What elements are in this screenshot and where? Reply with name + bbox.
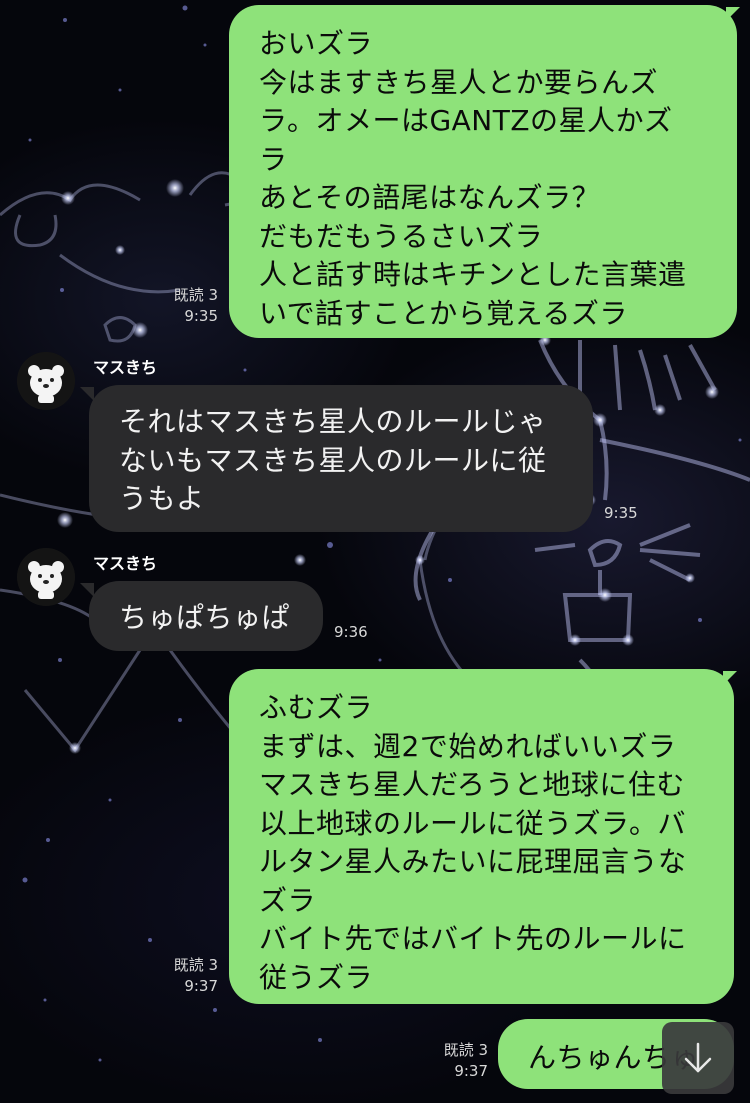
- message-text-line: それはマスきち星人のルールじゃ: [119, 405, 547, 438]
- outgoing-message-bubble[interactable]: おいズラ 今はますきち星人とか要らんズ ラ。オメーはGANTZの星人かズ ラ あ…: [229, 5, 737, 338]
- read-receipt: 既読 3: [173, 286, 218, 304]
- message-text-line: ラ: [259, 142, 288, 176]
- message-text-line: おいズラ: [259, 27, 374, 60]
- message-text-line: ふむズラ: [259, 691, 374, 724]
- bubble-tail: [726, 7, 740, 21]
- message-text-line: ないもマスきち星人のルールに従: [119, 443, 547, 477]
- scroll-to-bottom-button[interactable]: [662, 1022, 734, 1094]
- bubble-tail: [80, 583, 94, 597]
- sender-avatar[interactable]: [17, 548, 75, 606]
- sender-name: マスきち: [93, 554, 158, 573]
- message-meta: 9:36: [334, 622, 368, 643]
- message-text-line: ラ。オメーはGANTZの星人かズ: [259, 104, 673, 137]
- read-receipt: 既読 3: [173, 956, 218, 974]
- sender-avatar[interactable]: [17, 352, 75, 410]
- message-text-line: ちゅぱちゅぱ: [119, 601, 291, 634]
- sender-name: マスきち: [93, 358, 158, 377]
- message-time: 9:36: [334, 623, 368, 641]
- message-meta: 既読 3 9:35: [150, 285, 218, 327]
- message-time: 9:35: [184, 307, 218, 325]
- message-text-line: まずは、週2で始めればいいズラ: [259, 729, 677, 763]
- message-meta: 既読 3 9:37: [420, 1040, 488, 1082]
- message-time: 9:37: [454, 1062, 488, 1080]
- message-text-line: ズラ: [259, 883, 317, 917]
- read-receipt: 既読 3: [443, 1041, 488, 1059]
- message-text-line: あとその語尾はなんズラ？: [259, 181, 601, 214]
- message-meta: 既読 3 9:37: [150, 955, 218, 997]
- incoming-message-bubble[interactable]: ちゅぱちゅぱ: [89, 581, 323, 651]
- incoming-message-bubble[interactable]: それはマスきち星人のルールじゃ ないもマスきち星人のルールに従 うもよ: [89, 385, 593, 532]
- message-text-line: だもだもうるさいズラ: [259, 219, 544, 253]
- message-text-line: いで話すことから覚えるズラ: [259, 296, 628, 330]
- outgoing-message-bubble[interactable]: ふむズラ まずは、週2で始めればいいズラ マスきち星人だろうと地球に住む 以上地…: [229, 669, 734, 1004]
- message-text-line: マスきち星人だろうと地球に住む: [259, 768, 685, 801]
- message-text-line: うもよ: [119, 482, 205, 515]
- arrow-down-icon: [684, 1042, 712, 1073]
- bubble-tail: [80, 387, 94, 401]
- message-text-line: 以上地球のルールに従うズラ。バ: [259, 806, 686, 840]
- message-text-line: 従うズラ: [259, 960, 374, 994]
- message-text-line: 今はますきち星人とか要らんズ: [259, 65, 659, 99]
- message-time: 9:37: [184, 977, 218, 995]
- message-meta: 9:35: [604, 503, 638, 524]
- bear-avatar-icon: [17, 352, 75, 410]
- message-text-line: バイト先ではバイト先のルールに: [259, 922, 687, 955]
- message-text-line: 人と話す時はキチンとした言葉遣: [259, 258, 687, 291]
- message-time: 9:35: [604, 504, 638, 522]
- bear-avatar-icon: [17, 548, 75, 606]
- bubble-tail: [723, 671, 737, 685]
- message-text-line: ルタン星人みたいに屁理屈言うな: [259, 845, 687, 878]
